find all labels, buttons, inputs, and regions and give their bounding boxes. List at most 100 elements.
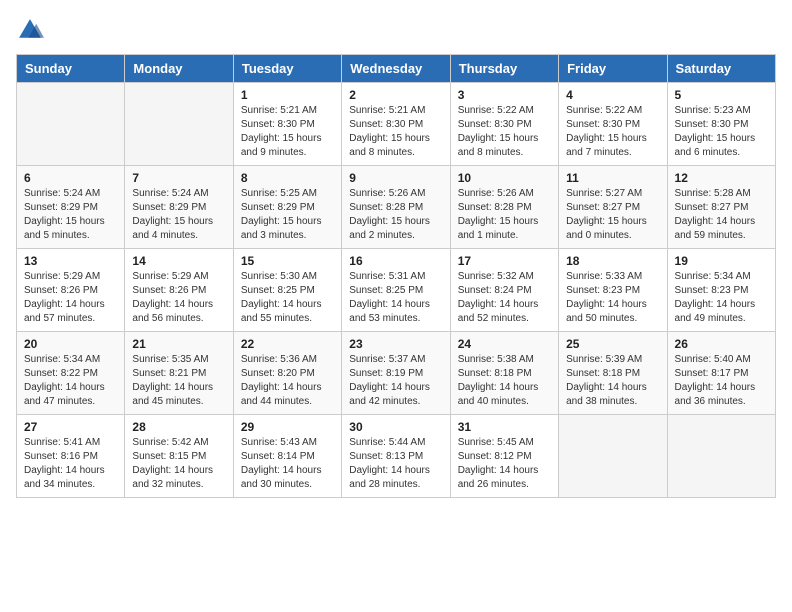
calendar-cell	[667, 415, 775, 498]
day-info: Sunrise: 5:29 AM Sunset: 8:26 PM Dayligh…	[132, 270, 225, 326]
calendar-cell: 1 Sunrise: 5:21 AM Sunset: 8:30 PM Daylig…	[233, 83, 341, 166]
weekday-header: Thursday	[450, 55, 558, 83]
day-number: 4	[566, 88, 659, 102]
calendar-cell: 12 Sunrise: 5:28 AM Sunset: 8:27 PM Dayli…	[667, 166, 775, 249]
day-number: 8	[241, 171, 334, 185]
day-info: Sunrise: 5:25 AM Sunset: 8:29 PM Dayligh…	[241, 187, 334, 243]
calendar-cell: 5Sunrise: 5:23 AM Sunset: 8:30 PM Daylig…	[667, 83, 775, 166]
day-info: Sunrise: 5:40 AM Sunset: 8:17 PM Dayligh…	[675, 353, 768, 409]
calendar-cell: 9 Sunrise: 5:26 AM Sunset: 8:28 PM Daylig…	[342, 166, 450, 249]
calendar-cell: 21 Sunrise: 5:35 AM Sunset: 8:21 PM Dayli…	[125, 332, 233, 415]
calendar-cell: 18 Sunrise: 5:33 AM Sunset: 8:23 PM Dayli…	[559, 249, 667, 332]
day-number: 27	[24, 420, 117, 434]
calendar-cell: 17Sunrise: 5:32 AM Sunset: 8:24 PM Dayli…	[450, 249, 558, 332]
calendar-cell: 20 Sunrise: 5:34 AM Sunset: 8:22 PM Dayli…	[17, 332, 125, 415]
weekday-header: Saturday	[667, 55, 775, 83]
day-number: 1	[241, 88, 334, 102]
day-number: 19	[675, 254, 768, 268]
weekday-header: Tuesday	[233, 55, 341, 83]
weekday-header: Wednesday	[342, 55, 450, 83]
calendar-cell: 24 Sunrise: 5:38 AM Sunset: 8:18 PM Dayli…	[450, 332, 558, 415]
calendar-cell: 10 Sunrise: 5:26 AM Sunset: 8:28 PM Dayli…	[450, 166, 558, 249]
day-number: 16	[349, 254, 442, 268]
day-number: 10	[458, 171, 551, 185]
calendar-cell: 22 Sunrise: 5:36 AM Sunset: 8:20 PM Dayli…	[233, 332, 341, 415]
calendar-table: SundayMondayTuesdayWednesdayThursdayFrid…	[16, 54, 776, 498]
day-info: Sunrise: 5:29 AM Sunset: 8:26 PM Dayligh…	[24, 270, 117, 326]
day-info: Sunrise: 5:30 AM Sunset: 8:25 PM Dayligh…	[241, 270, 334, 326]
day-info: Sunrise: 5:21 AM Sunset: 8:30 PM Dayligh…	[241, 104, 334, 160]
day-info: Sunrise: 5:26 AM Sunset: 8:28 PM Dayligh…	[349, 187, 442, 243]
day-info: Sunrise: 5:37 AM Sunset: 8:19 PM Dayligh…	[349, 353, 442, 409]
calendar-header-row: SundayMondayTuesdayWednesdayThursdayFrid…	[17, 55, 776, 83]
day-info: Sunrise: 5:22 AM Sunset: 8:30 PM Dayligh…	[566, 104, 659, 160]
day-info: Sunrise: 5:36 AM Sunset: 8:20 PM Dayligh…	[241, 353, 334, 409]
calendar-cell: 4 Sunrise: 5:22 AM Sunset: 8:30 PM Daylig…	[559, 83, 667, 166]
day-number: 12	[675, 171, 768, 185]
calendar-cell	[17, 83, 125, 166]
day-number: 30	[349, 420, 442, 434]
day-info: Sunrise: 5:39 AM Sunset: 8:18 PM Dayligh…	[566, 353, 659, 409]
calendar-cell: 26 Sunrise: 5:40 AM Sunset: 8:17 PM Dayli…	[667, 332, 775, 415]
calendar-cell: 2 Sunrise: 5:21 AM Sunset: 8:30 PM Daylig…	[342, 83, 450, 166]
weekday-header: Monday	[125, 55, 233, 83]
weekday-header: Sunday	[17, 55, 125, 83]
calendar-cell: 13 Sunrise: 5:29 AM Sunset: 8:26 PM Dayli…	[17, 249, 125, 332]
day-number: 6	[24, 171, 117, 185]
day-info: Sunrise: 5:21 AM Sunset: 8:30 PM Dayligh…	[349, 104, 442, 160]
calendar-cell: 15 Sunrise: 5:30 AM Sunset: 8:25 PM Dayli…	[233, 249, 341, 332]
calendar-cell: 14 Sunrise: 5:29 AM Sunset: 8:26 PM Dayli…	[125, 249, 233, 332]
day-number: 25	[566, 337, 659, 351]
calendar-cell: 25 Sunrise: 5:39 AM Sunset: 8:18 PM Dayli…	[559, 332, 667, 415]
day-info: Sunrise: 5:45 AM Sunset: 8:12 PM Dayligh…	[458, 436, 551, 492]
day-info: Sunrise: 5:35 AM Sunset: 8:21 PM Dayligh…	[132, 353, 225, 409]
day-number: 3	[458, 88, 551, 102]
calendar-week-row: 6Sunrise: 5:24 AM Sunset: 8:29 PM Daylig…	[17, 166, 776, 249]
calendar-cell: 29Sunrise: 5:43 AM Sunset: 8:14 PM Dayli…	[233, 415, 341, 498]
calendar-cell	[559, 415, 667, 498]
calendar-cell: 31 Sunrise: 5:45 AM Sunset: 8:12 PM Dayli…	[450, 415, 558, 498]
day-number: 24	[458, 337, 551, 351]
day-number: 9	[349, 171, 442, 185]
day-number: 5	[675, 88, 768, 102]
calendar-cell: 27 Sunrise: 5:41 AM Sunset: 8:16 PM Dayli…	[17, 415, 125, 498]
day-number: 18	[566, 254, 659, 268]
calendar-cell	[125, 83, 233, 166]
logo-icon	[16, 16, 44, 44]
day-info: Sunrise: 5:31 AM Sunset: 8:25 PM Dayligh…	[349, 270, 442, 326]
day-number: 7	[132, 171, 225, 185]
day-number: 14	[132, 254, 225, 268]
day-info: Sunrise: 5:43 AM Sunset: 8:14 PM Dayligh…	[241, 436, 334, 492]
day-number: 21	[132, 337, 225, 351]
day-number: 11	[566, 171, 659, 185]
calendar-cell: 23 Sunrise: 5:37 AM Sunset: 8:19 PM Dayli…	[342, 332, 450, 415]
weekday-header: Friday	[559, 55, 667, 83]
day-number: 26	[675, 337, 768, 351]
day-info: Sunrise: 5:44 AM Sunset: 8:13 PM Dayligh…	[349, 436, 442, 492]
calendar-cell: 6Sunrise: 5:24 AM Sunset: 8:29 PM Daylig…	[17, 166, 125, 249]
calendar-week-row: 27 Sunrise: 5:41 AM Sunset: 8:16 PM Dayli…	[17, 415, 776, 498]
day-info: Sunrise: 5:38 AM Sunset: 8:18 PM Dayligh…	[458, 353, 551, 409]
day-info: Sunrise: 5:26 AM Sunset: 8:28 PM Dayligh…	[458, 187, 551, 243]
day-info: Sunrise: 5:42 AM Sunset: 8:15 PM Dayligh…	[132, 436, 225, 492]
calendar-cell: 30 Sunrise: 5:44 AM Sunset: 8:13 PM Dayli…	[342, 415, 450, 498]
calendar-cell: 28Sunrise: 5:42 AM Sunset: 8:15 PM Dayli…	[125, 415, 233, 498]
day-number: 22	[241, 337, 334, 351]
calendar-week-row: 13 Sunrise: 5:29 AM Sunset: 8:26 PM Dayli…	[17, 249, 776, 332]
day-number: 15	[241, 254, 334, 268]
page-header	[16, 16, 776, 44]
calendar-week-row: 20 Sunrise: 5:34 AM Sunset: 8:22 PM Dayli…	[17, 332, 776, 415]
calendar-cell: 11 Sunrise: 5:27 AM Sunset: 8:27 PM Dayli…	[559, 166, 667, 249]
day-info: Sunrise: 5:27 AM Sunset: 8:27 PM Dayligh…	[566, 187, 659, 243]
day-info: Sunrise: 5:34 AM Sunset: 8:22 PM Dayligh…	[24, 353, 117, 409]
day-info: Sunrise: 5:28 AM Sunset: 8:27 PM Dayligh…	[675, 187, 768, 243]
day-info: Sunrise: 5:41 AM Sunset: 8:16 PM Dayligh…	[24, 436, 117, 492]
day-info: Sunrise: 5:33 AM Sunset: 8:23 PM Dayligh…	[566, 270, 659, 326]
calendar-cell: 3 Sunrise: 5:22 AM Sunset: 8:30 PM Daylig…	[450, 83, 558, 166]
day-number: 2	[349, 88, 442, 102]
day-number: 31	[458, 420, 551, 434]
day-number: 20	[24, 337, 117, 351]
day-info: Sunrise: 5:22 AM Sunset: 8:30 PM Dayligh…	[458, 104, 551, 160]
day-number: 23	[349, 337, 442, 351]
day-number: 13	[24, 254, 117, 268]
